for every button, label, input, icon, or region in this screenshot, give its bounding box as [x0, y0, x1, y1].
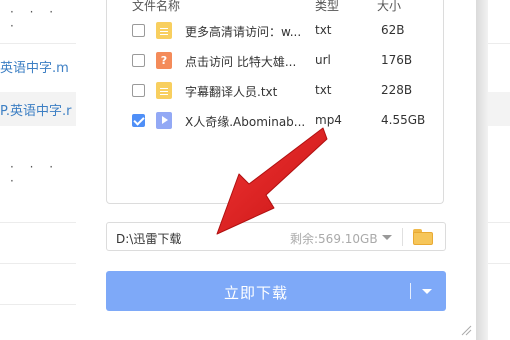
txt-file-icon — [156, 22, 172, 39]
txt-file-icon — [156, 82, 172, 99]
url-file-icon: ? — [156, 52, 172, 69]
background-page-right — [488, 0, 510, 340]
folder-icon[interactable] — [413, 229, 433, 245]
file-size: 4.55GB — [381, 113, 426, 127]
background-divider — [0, 43, 76, 44]
chevron-down-icon[interactable] — [382, 235, 392, 240]
file-row[interactable]: X人奇缘.Abominab... mp4 4.55GB — [107, 111, 443, 131]
file-list: 文件名称 类型 大小 更多高清请访问：w... txt 62B ? 点击访问 比… — [106, 0, 444, 204]
file-checkbox[interactable] — [132, 84, 145, 97]
file-type: txt — [315, 83, 332, 97]
download-now-label: 立即下载 — [223, 284, 288, 302]
button-divider — [410, 283, 411, 299]
file-type: url — [315, 53, 331, 67]
file-row[interactable]: 更多高清请访问：w... txt 62B — [107, 21, 443, 41]
download-now-button[interactable]: 立即下载 — [106, 271, 446, 311]
file-checkbox[interactable] — [132, 24, 145, 37]
background-divider — [488, 263, 510, 264]
divider — [402, 228, 403, 246]
file-name: 更多高清请访问：w... — [185, 25, 302, 39]
file-type: txt — [315, 23, 332, 37]
file-size: 62B — [381, 23, 405, 37]
chevron-down-icon[interactable] — [422, 289, 432, 294]
download-dialog: 文件名称 类型 大小 更多高清请访问：w... txt 62B ? 点击访问 比… — [76, 0, 476, 340]
save-path-value: D:\迅雷下载 — [116, 232, 182, 246]
file-name: 字幕翻译人员.txt — [185, 85, 278, 99]
file-row[interactable]: ? 点击访问 比特大雄... url 176B — [107, 51, 443, 71]
file-name: X人奇缘.Abominab... — [185, 115, 305, 129]
file-checkbox-checked[interactable] — [132, 114, 145, 127]
file-type: mp4 — [315, 113, 342, 127]
file-row[interactable]: 字幕翻译人员.txt txt 228B — [107, 81, 443, 101]
background-divider — [488, 222, 510, 223]
column-header-name[interactable]: 文件名称 — [132, 0, 180, 14]
background-divider — [488, 43, 510, 44]
background-divider — [0, 222, 76, 223]
file-checkbox[interactable] — [132, 54, 145, 67]
background-dots: · · · · — [10, 160, 60, 188]
file-name: 点击访问 比特大雄... — [185, 55, 297, 69]
background-link[interactable]: 英语中字.m — [0, 57, 76, 76]
background-divider — [0, 263, 76, 264]
column-header-type[interactable]: 类型 — [315, 0, 339, 14]
column-header-size[interactable]: 大小 — [377, 0, 401, 14]
video-file-icon — [156, 112, 172, 129]
background-page-left: · · · · 英语中字.m P.英语中字.r · · · · — [0, 0, 76, 340]
save-path-input[interactable]: D:\迅雷下载 剩余:569.10GB — [106, 222, 446, 251]
resize-grip-icon[interactable] — [460, 324, 472, 336]
background-link[interactable]: P.英语中字.r — [0, 100, 76, 119]
background-dots: · · · · — [10, 5, 60, 33]
background-row-band — [488, 92, 510, 126]
background-divider — [0, 304, 76, 305]
dialog-shadow — [474, 0, 488, 340]
file-size: 228B — [381, 83, 413, 97]
free-space-label: 剩余:569.10GB — [290, 232, 378, 246]
file-size: 176B — [381, 53, 413, 67]
